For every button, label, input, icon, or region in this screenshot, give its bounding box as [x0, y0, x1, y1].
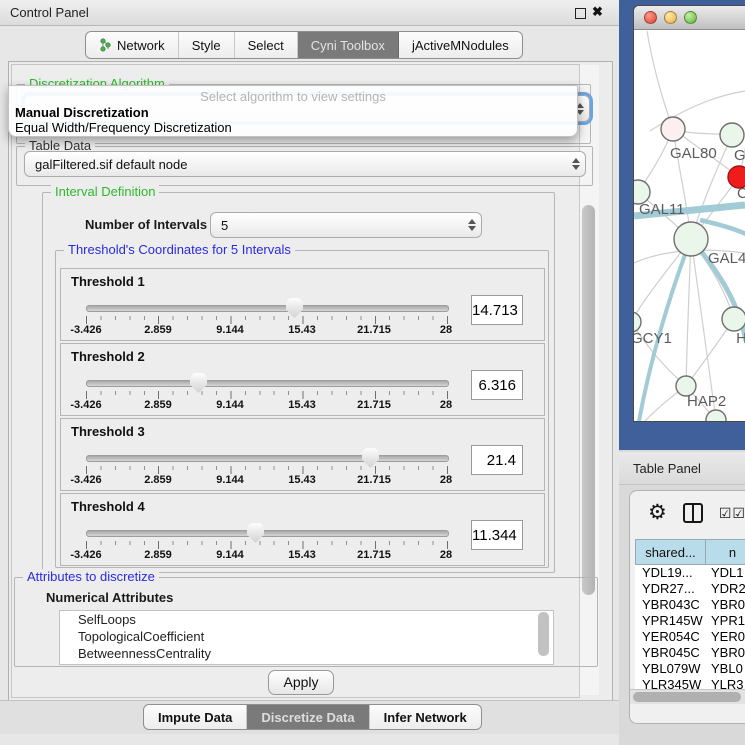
tab-network[interactable]: Network [86, 32, 179, 58]
dropdown-placeholder-option[interactable]: Select algorithm to view settings [9, 89, 577, 104]
table-data-combobox[interactable]: galFiltered.sif default node [24, 151, 586, 177]
list-item[interactable]: SelfLoops [60, 611, 553, 628]
table-row[interactable]: YPR145WYPR1 [635, 613, 745, 629]
threshold-3-value-field[interactable]: 21.4 [471, 445, 523, 475]
tab-select[interactable]: Select [235, 32, 298, 58]
node-label-h-partial: H [736, 330, 745, 347]
numerical-attributes-header: Numerical Attributes [46, 590, 173, 605]
network-icon [99, 38, 112, 52]
threshold-3-slider-thumb[interactable] [362, 448, 379, 468]
attributes-group-title: Attributes to discretize [23, 569, 159, 584]
column-header-shared[interactable]: shared... [635, 539, 706, 565]
tab-cyni-toolbox[interactable]: Cyni Toolbox [298, 32, 399, 58]
threshold-4-slider-track[interactable] [86, 530, 449, 537]
table-row[interactable]: YBL079WYBL0 [635, 661, 745, 677]
control-panel: Control Panel ✖ Network Style Select Cyn… [0, 0, 619, 745]
threshold-3-panel: Threshold 3 -3.426 2.859 9.144 15.43 21.… [60, 418, 545, 491]
table-row[interactable]: YDR27...YDR2 [635, 581, 745, 597]
node-label-gcy1: GCY1 [634, 330, 672, 347]
threshold-3-slider-track[interactable] [86, 455, 449, 462]
network-view-window: GAL80 GA C GAL11 GAL4 GCY1 H HAP2 [633, 5, 745, 422]
list-item[interactable]: BetweennessCentrality [60, 645, 553, 662]
bottom-tabbar: Impute Data Discretize Data Infer Networ… [143, 704, 482, 730]
node-partial-top-right[interactable] [720, 123, 744, 147]
node-h[interactable] [722, 307, 745, 331]
threshold-1-slider-track[interactable] [86, 305, 449, 312]
table-rows: YDL19...YDL1 YDR27...YDR2 YBR043CYBR0 YP… [635, 565, 745, 689]
interval-definition-title: Interval Definition [51, 184, 159, 199]
table-row[interactable]: YER054CYER0 [635, 629, 745, 645]
close-icon[interactable]: ✖ [592, 4, 603, 20]
table-panel-titlebar: Table Panel [612, 452, 745, 485]
threshold-4-panel: Threshold 4 -3.426 2.859 9.144 15.43 21.… [60, 493, 545, 566]
table-row[interactable]: YDL19...YDL1 [635, 565, 745, 581]
table-toolbar: ⚙ ☑☑ [630, 491, 745, 535]
node-label-partial: GA [734, 147, 745, 164]
minimize-traffic-light[interactable] [664, 11, 677, 24]
threshold-2-value-field[interactable]: 6.316 [471, 370, 523, 400]
float-window-icon[interactable] [575, 8, 586, 19]
column-header-name[interactable]: n [706, 539, 745, 565]
numerical-attributes-list[interactable]: SelfLoops TopologicalCoefficient Between… [59, 610, 554, 665]
node-label-gal4: GAL4 [708, 250, 745, 267]
table-panel-box: ⚙ ☑☑ shared... n YDL19...YDL1 YDR27...YD… [629, 490, 745, 724]
node-label-gal11: GAL11 [639, 201, 685, 218]
table-row[interactable]: YLR345WYLR3 [635, 677, 745, 689]
threshold-2-slider-thumb[interactable] [190, 373, 207, 393]
table-row[interactable]: YBR045CYBR0 [635, 645, 745, 661]
node-label-gal80: GAL80 [670, 145, 717, 162]
node-label-c-partial: C [737, 185, 745, 202]
node-label-hap2: HAP2 [687, 393, 726, 410]
dropdown-option-manual[interactable]: Manual Discretization [15, 105, 149, 120]
threshold-1-value-field[interactable]: 14.713 [471, 295, 523, 325]
zoom-traffic-light[interactable] [684, 11, 697, 24]
dropdown-option-equal-width[interactable]: Equal Width/Frequency Discretization [15, 120, 232, 135]
stepper-arrows-icon [567, 158, 585, 170]
number-of-intervals-label: Number of Intervals [85, 217, 207, 232]
node-gcy1[interactable] [634, 312, 641, 332]
threshold-1-panel: Threshold 1 -3.426 2.859 9.144 15.43 21.… [60, 268, 545, 341]
horizontal-scrollbar-thumb[interactable] [633, 692, 741, 702]
table-header-row: shared... n [635, 539, 745, 565]
list-scrollbar-thumb[interactable] [538, 612, 549, 656]
tab-jactivemnodules[interactable]: jActiveMNodules [399, 32, 522, 58]
horizontal-scrollbar[interactable] [630, 689, 745, 704]
threshold-4-slider-thumb[interactable] [247, 523, 264, 543]
list-item[interactable]: TopologicalCoefficient [60, 628, 553, 645]
close-traffic-light[interactable] [644, 11, 657, 24]
number-of-intervals-combobox[interactable]: 5 [210, 212, 482, 238]
tab-infer-network[interactable]: Infer Network [370, 705, 481, 729]
tab-style[interactable]: Style [179, 32, 235, 58]
screen: GAL80 GA C GAL11 GAL4 GCY1 H HAP2 Table … [0, 0, 745, 745]
node-gal4[interactable] [674, 222, 708, 256]
thresholds-group-title: Threshold's Coordinates for 5 Intervals [64, 242, 295, 257]
table-row[interactable]: YBR043CYBR0 [635, 597, 745, 613]
tab-impute-data[interactable]: Impute Data [144, 705, 247, 729]
threshold-2-slider-track[interactable] [86, 380, 449, 387]
table-panel-title: Table Panel [633, 461, 701, 476]
tab-discretize-data[interactable]: Discretize Data [247, 705, 369, 729]
vertical-scrollbar-thumb[interactable] [582, 205, 595, 595]
threshold-2-panel: Threshold 2 -3.426 2.859 9.144 15.43 21.… [60, 343, 545, 416]
control-panel-title: Control Panel [10, 5, 89, 20]
control-panel-tabbar: Network Style Select Cyni Toolbox jActiv… [85, 31, 523, 59]
gear-icon[interactable]: ⚙ [648, 503, 667, 523]
algorithm-dropdown-popup: Select algorithm to view settings Manual… [8, 85, 578, 137]
threshold-1-slider-thumb[interactable] [286, 298, 303, 318]
network-canvas[interactable]: GAL80 GA C GAL11 GAL4 GCY1 H HAP2 [634, 30, 745, 421]
network-window-titlebar[interactable] [634, 6, 745, 30]
apply-button[interactable]: Apply [268, 670, 334, 695]
columns-icon[interactable] [683, 503, 703, 523]
node-gal80[interactable] [661, 117, 685, 141]
control-panel-titlebar: Control Panel ✖ [0, 0, 619, 26]
stepper-arrows-icon [463, 219, 481, 231]
threshold-4-value-field[interactable]: 11.344 [471, 520, 523, 550]
checkbox-icons[interactable]: ☑☑ [719, 505, 745, 522]
